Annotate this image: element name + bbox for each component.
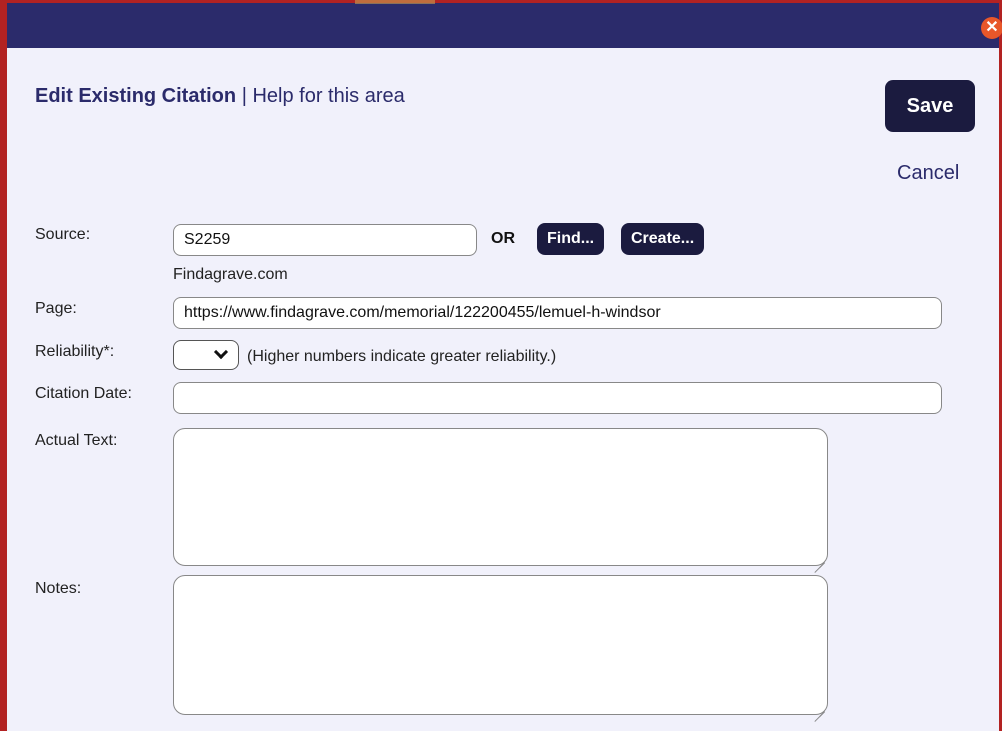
close-icon[interactable]: ✕ — [981, 17, 1002, 39]
citation-date-label: Citation Date: — [35, 385, 132, 402]
page-input[interactable] — [173, 297, 942, 329]
source-label: Source: — [35, 226, 91, 243]
reliability-label: Reliability*: — [35, 343, 115, 360]
source-input[interactable] — [173, 224, 477, 256]
reliability-hint: (Higher numbers indicate greater reliabi… — [247, 348, 557, 365]
create-button[interactable]: Create... — [621, 223, 705, 255]
dialog-header: Edit Existing Citation | Help for this a… — [35, 85, 405, 108]
actual-text-resize-handle[interactable] — [813, 551, 825, 563]
dialog-titlebar[interactable]: ✕ — [7, 0, 1002, 48]
cancel-link[interactable]: Cancel — [897, 162, 959, 185]
actual-text-textarea[interactable] — [173, 428, 828, 566]
or-text: OR — [491, 230, 515, 247]
page-title: Edit Existing Citation — [35, 85, 237, 107]
header-separator: | — [241, 85, 247, 107]
save-button[interactable]: Save — [885, 80, 975, 132]
find-button[interactable]: Find... — [537, 223, 605, 255]
edit-citation-dialog: ✕ Edit Existing Citation | Help for this… — [0, 0, 1002, 731]
reliability-select[interactable] — [173, 340, 239, 370]
chevron-down-icon — [213, 344, 229, 360]
page-label: Page: — [35, 300, 77, 317]
notes-textarea[interactable] — [173, 575, 828, 715]
actual-text-label: Actual Text: — [35, 432, 118, 449]
citation-date-input[interactable] — [173, 382, 942, 414]
help-link[interactable]: Help for this area — [252, 85, 404, 107]
titlebar-decoration — [355, 0, 435, 4]
source-name: Findagrave.com — [173, 266, 288, 283]
notes-resize-handle[interactable] — [813, 700, 825, 712]
notes-label: Notes: — [35, 580, 82, 597]
